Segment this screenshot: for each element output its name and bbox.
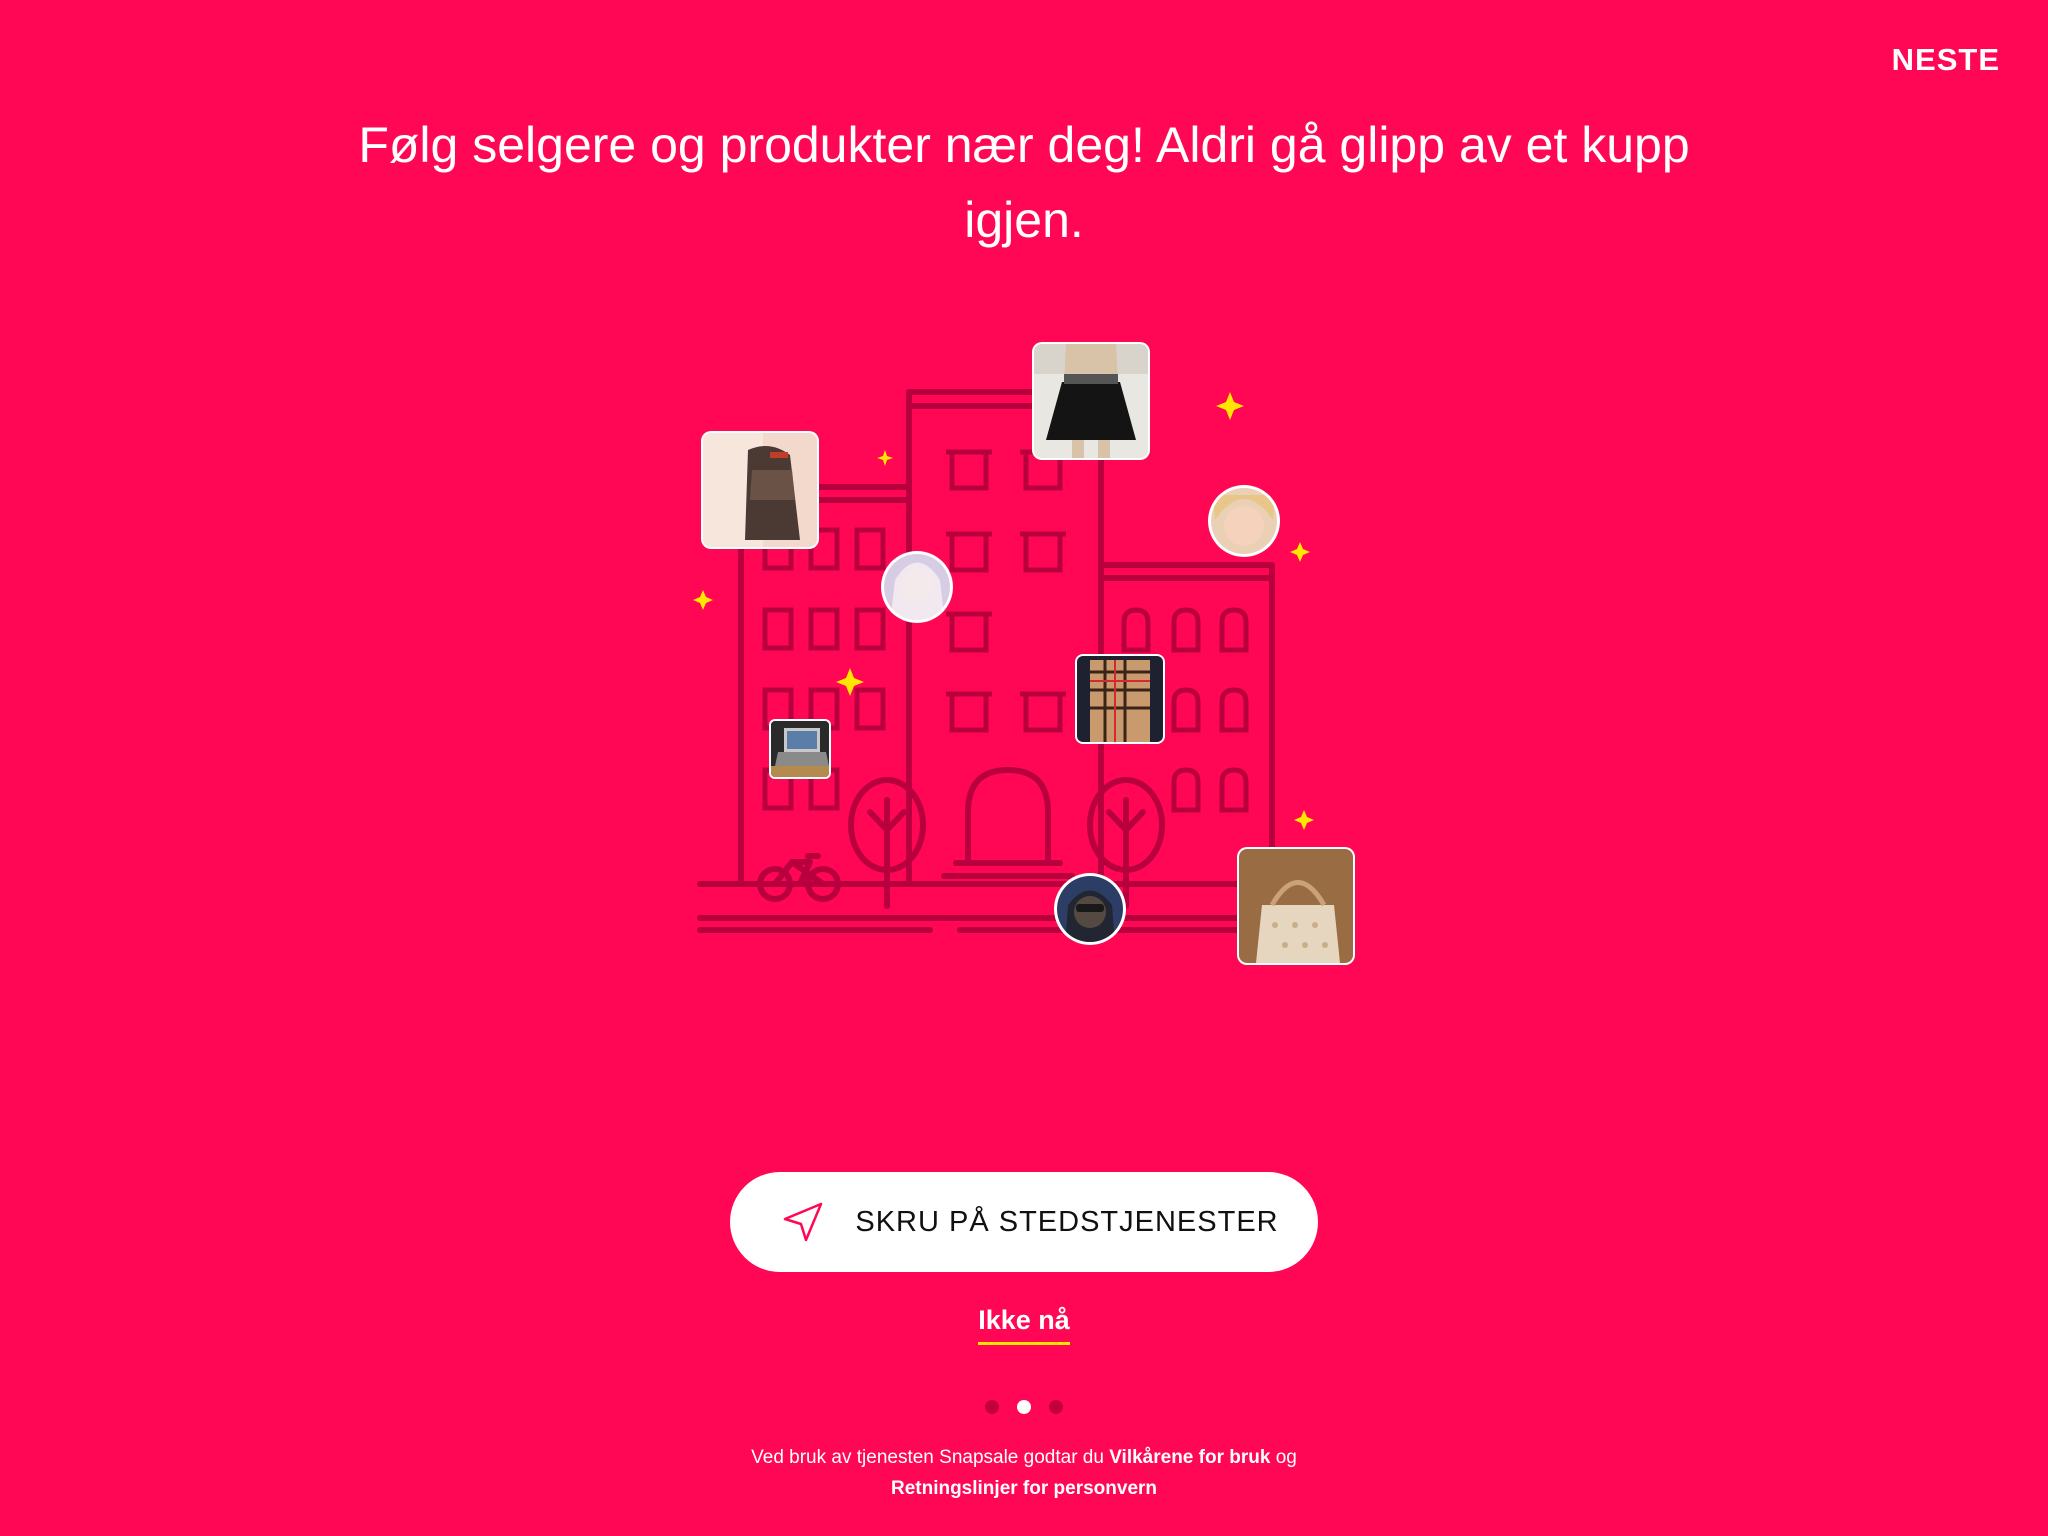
page-dot-2-active bbox=[1017, 1400, 1031, 1414]
product-photo-skirt bbox=[1032, 342, 1150, 460]
avatar-seller-2 bbox=[1208, 485, 1280, 557]
terms-prefix: Ved bruk av tjenesten Snapsale godtar du bbox=[751, 1447, 1110, 1468]
avatar-seller-3 bbox=[1054, 873, 1126, 945]
page-dot-3 bbox=[1049, 1400, 1063, 1414]
terms-middle: og bbox=[1270, 1447, 1297, 1468]
page-dot-1 bbox=[985, 1400, 999, 1414]
onboarding-headline: Følg selgere og produkter nær deg! Aldri… bbox=[358, 117, 1690, 248]
next-button[interactable]: NESTE bbox=[1892, 42, 2000, 78]
product-photo-laptop bbox=[769, 719, 831, 779]
sparkle-decorations bbox=[693, 392, 1314, 830]
enable-location-label: SKRU PÅ STEDSTJENESTER bbox=[855, 1205, 1279, 1238]
enable-location-button[interactable]: SKRU PÅ STEDSTJENESTER bbox=[730, 1172, 1318, 1272]
product-photo-backpack bbox=[701, 431, 819, 549]
product-photo-scarf bbox=[1075, 654, 1165, 744]
product-photo-bag bbox=[1237, 847, 1355, 965]
not-now-link[interactable]: Ikke nå bbox=[978, 1305, 1070, 1345]
page-indicator bbox=[0, 1400, 2048, 1414]
terms-of-use-link[interactable]: Vilkårene for bruk bbox=[1109, 1447, 1270, 1468]
privacy-policy-link[interactable]: Retningslinjer for personvern bbox=[891, 1478, 1157, 1499]
location-arrow-icon bbox=[779, 1198, 827, 1246]
avatar-seller-1 bbox=[881, 551, 953, 623]
not-now-container: Ikke nå bbox=[0, 1305, 2048, 1345]
terms-text: Ved bruk av tjenesten Snapsale godtar du… bbox=[724, 1442, 1324, 1504]
